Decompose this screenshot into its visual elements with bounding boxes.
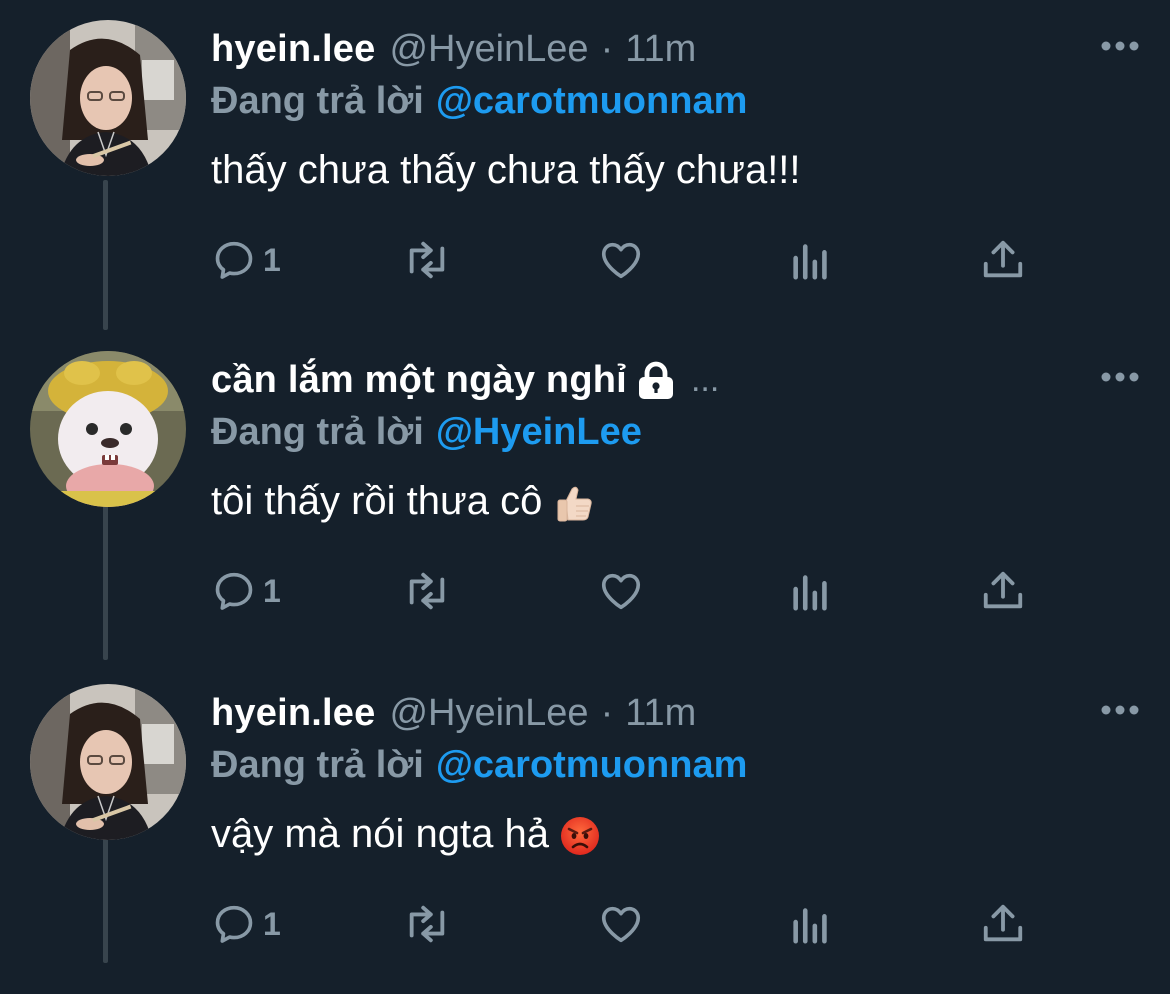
- name-truncation: ...: [690, 361, 720, 399]
- mention-link[interactable]: @carotmuonnam: [436, 744, 748, 786]
- avatar-photo-girl: [30, 684, 186, 840]
- tweet[interactable]: hyein.lee @HyeinLee · 11m Đang trả lời @c…: [0, 0, 1170, 330]
- tweet-header: cần lắm một ngày nghỉ ...: [211, 355, 719, 405]
- replying-to-label: Đang trả lời: [211, 411, 424, 453]
- views-icon: [793, 908, 827, 944]
- avatar-photo-girl: [30, 20, 186, 176]
- tweet-actions: 1: [211, 563, 1041, 619]
- timestamp[interactable]: 11m: [625, 688, 696, 738]
- like-button[interactable]: [597, 563, 645, 619]
- tweet-header: hyein.lee @HyeinLee · 11m: [211, 24, 696, 74]
- share-button[interactable]: [981, 563, 1025, 619]
- tweet-actions: 1: [211, 232, 1041, 288]
- retweet-icon: [409, 241, 445, 279]
- reply-count: 1: [263, 572, 281, 609]
- retweet-icon: [409, 572, 445, 610]
- angry-face-emoji: [561, 817, 599, 856]
- like-button[interactable]: [597, 232, 645, 288]
- reply-icon: [215, 572, 253, 610]
- reply-button[interactable]: 1: [211, 896, 281, 952]
- user-handle[interactable]: @HyeinLee: [389, 688, 588, 738]
- retweet-icon: [409, 905, 445, 943]
- avatar-toy-character: [30, 351, 186, 507]
- retweet-button[interactable]: [399, 563, 455, 619]
- avatar[interactable]: [30, 20, 186, 176]
- tweet-text-container: vậy mà nói ngta hả: [211, 806, 601, 862]
- share-button[interactable]: [981, 896, 1025, 952]
- tweet-header: hyein.lee @HyeinLee · 11m: [211, 688, 696, 738]
- views-button[interactable]: [789, 232, 833, 288]
- views-button[interactable]: [789, 896, 833, 952]
- views-button[interactable]: [789, 563, 833, 619]
- share-icon: [983, 904, 1023, 942]
- like-icon: [601, 906, 641, 943]
- views-icon: [793, 244, 827, 280]
- like-icon: [601, 242, 641, 279]
- like-button[interactable]: [597, 896, 645, 952]
- reply-count: 1: [263, 905, 281, 942]
- display-name[interactable]: hyein.lee: [211, 24, 375, 74]
- display-name[interactable]: hyein.lee: [211, 688, 375, 738]
- reply-button[interactable]: 1: [211, 232, 281, 288]
- replying-to: Đang trả lời @carotmuonnam: [211, 740, 747, 790]
- user-handle[interactable]: @HyeinLee: [389, 24, 588, 74]
- thumbs-up-emoji: [557, 487, 593, 522]
- reply-icon: [215, 905, 253, 943]
- more-icon[interactable]: [1100, 702, 1140, 718]
- retweet-button[interactable]: [399, 896, 455, 952]
- views-icon: [793, 575, 827, 611]
- share-button[interactable]: [981, 232, 1025, 288]
- mention-link[interactable]: @HyeinLee: [436, 411, 642, 453]
- timestamp[interactable]: 11m: [625, 24, 696, 74]
- tweet-text: vậy mà nói ngta hả: [211, 812, 549, 856]
- more-icon[interactable]: [1100, 38, 1140, 54]
- like-icon: [601, 573, 641, 610]
- tweet-actions: 1: [211, 896, 1041, 952]
- replying-to: Đang trả lời @HyeinLee: [211, 407, 642, 457]
- tweet[interactable]: hyein.lee @HyeinLee · 11m Đang trả lời @c…: [0, 664, 1170, 994]
- reply-button[interactable]: 1: [211, 563, 281, 619]
- mention-link[interactable]: @carotmuonnam: [436, 80, 748, 122]
- more-icon[interactable]: [1100, 369, 1140, 385]
- avatar[interactable]: [30, 684, 186, 840]
- tweet[interactable]: cần lắm một ngày nghỉ ... Đang trả lời @H…: [0, 331, 1170, 661]
- tweet-text: tôi thấy rồi thưa cô: [211, 479, 543, 523]
- reply-icon: [215, 241, 253, 279]
- share-icon: [983, 571, 1023, 609]
- tweet-text-container: tôi thấy rồi thưa cô: [211, 473, 596, 529]
- thread-timeline: hyein.lee @HyeinLee · 11m Đang trả lời @c…: [0, 0, 1170, 963]
- separator-dot: ·: [600, 692, 614, 734]
- lock-icon: [638, 361, 673, 399]
- replying-to-label: Đang trả lời: [211, 744, 424, 786]
- reply-count: 1: [263, 241, 281, 278]
- replying-to-label: Đang trả lời: [211, 80, 424, 122]
- share-icon: [983, 240, 1023, 278]
- tweet-text: thấy chưa thấy chưa thấy chưa!!!: [211, 148, 801, 192]
- retweet-button[interactable]: [399, 232, 455, 288]
- avatar[interactable]: [30, 351, 186, 507]
- display-name[interactable]: cần lắm một ngày nghỉ: [211, 355, 627, 405]
- separator-dot: ·: [600, 28, 614, 70]
- replying-to: Đang trả lời @carotmuonnam: [211, 76, 747, 126]
